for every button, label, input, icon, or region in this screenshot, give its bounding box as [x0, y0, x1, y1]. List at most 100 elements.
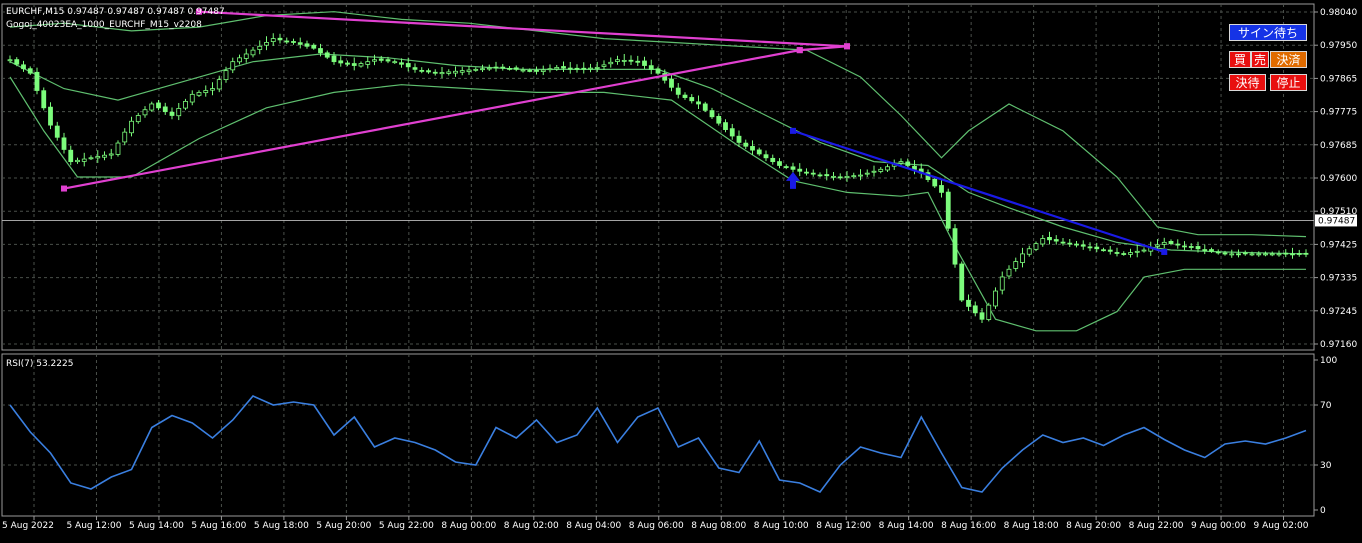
candle-body [378, 58, 384, 61]
candle-body [871, 170, 877, 173]
expert-advisor-name: Gogoj_40023EA_1000_EURCHF_M15_v2208 [6, 20, 202, 30]
candle-body [27, 68, 33, 74]
candle-body [993, 290, 998, 307]
candle-body [756, 149, 762, 155]
candle-body [183, 100, 188, 109]
candle-body [1060, 241, 1066, 244]
candle-body [1040, 238, 1046, 245]
candle-body [75, 159, 80, 163]
candle-body [1182, 245, 1187, 248]
trendline-anchor[interactable] [796, 47, 803, 54]
candle-body [135, 115, 141, 123]
button-sell[interactable]: 売 [1251, 51, 1269, 68]
candle-body [837, 176, 843, 179]
time-axis-tick-label: 8 Aug 00:00 [441, 521, 496, 531]
candle-body [520, 69, 526, 72]
candle-body [297, 42, 303, 45]
candle-body [419, 69, 425, 72]
rsi-axis-tick-label: 30 [1320, 461, 1332, 471]
bollinger-band-lower [9, 76, 1306, 332]
candle-body [574, 67, 580, 70]
candle-body [412, 67, 418, 70]
candle-body [61, 137, 67, 150]
candle-body [763, 154, 769, 159]
candle-body [1067, 242, 1073, 245]
candle-body [790, 166, 796, 170]
candle-body [196, 92, 202, 96]
trendline-blue[interactable] [792, 129, 1165, 254]
candle-body [351, 63, 357, 66]
price-axis-tick-label: 0.97865 [1320, 74, 1357, 84]
candle-body [831, 175, 836, 178]
price-axis-tick-label: 0.97685 [1320, 141, 1357, 151]
candle-body [567, 67, 573, 70]
candle-body [986, 304, 992, 320]
button-stop[interactable]: 停止 [1270, 74, 1307, 91]
candle-body [432, 71, 438, 74]
trendline-anchor[interactable] [1161, 248, 1168, 255]
candle-body [547, 68, 553, 71]
button-settle[interactable]: 決済 [1270, 51, 1307, 68]
trendline-magenta[interactable] [799, 45, 848, 52]
trendline-magenta[interactable] [63, 49, 800, 190]
trendline-anchor[interactable] [790, 127, 796, 134]
candle-body [372, 59, 377, 62]
time-axis-tick-label: 5 Aug 20:00 [316, 521, 371, 531]
trendline-magenta[interactable] [198, 10, 848, 48]
time-axis-tick-label: 9 Aug 00:00 [1191, 521, 1246, 531]
candle-body [783, 166, 789, 168]
chart-symbol-header: EURCHF,M15 0.97487 0.97487 0.97487 0.974… [6, 7, 225, 17]
candle-body [979, 312, 985, 320]
trendline-anchor[interactable] [61, 185, 67, 192]
button-settle-wait[interactable]: 決待 [1229, 74, 1266, 91]
candle-body [1053, 239, 1059, 242]
candle-body [1195, 246, 1201, 250]
candle-body [635, 60, 641, 63]
candle-body [95, 156, 101, 159]
trendline-anchor[interactable] [844, 43, 850, 50]
candle-body [1020, 253, 1025, 263]
candle-body [54, 125, 60, 138]
candle-body [844, 175, 850, 179]
candle-body [729, 128, 735, 137]
rsi-axis-tick-label: 100 [1320, 356, 1337, 366]
candle-body [608, 61, 614, 65]
candle-body [770, 157, 776, 163]
candle-body [1134, 250, 1140, 253]
candle-body [1107, 249, 1113, 252]
candle-body [466, 69, 472, 72]
candle-body [311, 44, 317, 49]
candle-body [999, 276, 1005, 291]
candle-body [1175, 243, 1181, 246]
button-buy[interactable]: 買 [1229, 51, 1251, 68]
price-axis-tick-label: 0.97160 [1320, 340, 1357, 350]
candle-body [534, 70, 539, 72]
rsi-axis-tick-label: 70 [1320, 401, 1332, 411]
candle-body [453, 70, 458, 74]
candle-body [318, 48, 323, 54]
price-axis-tick-label: 0.97600 [1320, 174, 1357, 184]
candle-body [1209, 249, 1214, 252]
candle-body [642, 60, 647, 66]
candle-body [702, 103, 708, 111]
candle-body [932, 178, 938, 187]
candle-body [1296, 253, 1302, 255]
candle-body [810, 172, 816, 175]
candle-body [736, 135, 742, 143]
candle-body [156, 102, 161, 109]
time-axis-tick-label: 8 Aug 04:00 [566, 521, 621, 531]
candle-body [1026, 248, 1032, 255]
candle-body [1114, 252, 1120, 254]
candle-body [129, 120, 134, 134]
candle-body [7, 59, 13, 62]
candle-body [1087, 246, 1093, 249]
time-axis-tick-label: 5 Aug 2022 [2, 521, 54, 531]
candle-body [797, 168, 803, 172]
buy-arrow-icon [786, 171, 800, 189]
button-signal-wait[interactable]: サイン待ち [1229, 24, 1307, 41]
candle-body [264, 42, 269, 46]
candle-body [1303, 252, 1309, 255]
time-axis-tick-label: 8 Aug 22:00 [1129, 521, 1184, 531]
price-axis-tick-label: 0.97775 [1320, 108, 1357, 118]
candle-body [1168, 241, 1174, 245]
